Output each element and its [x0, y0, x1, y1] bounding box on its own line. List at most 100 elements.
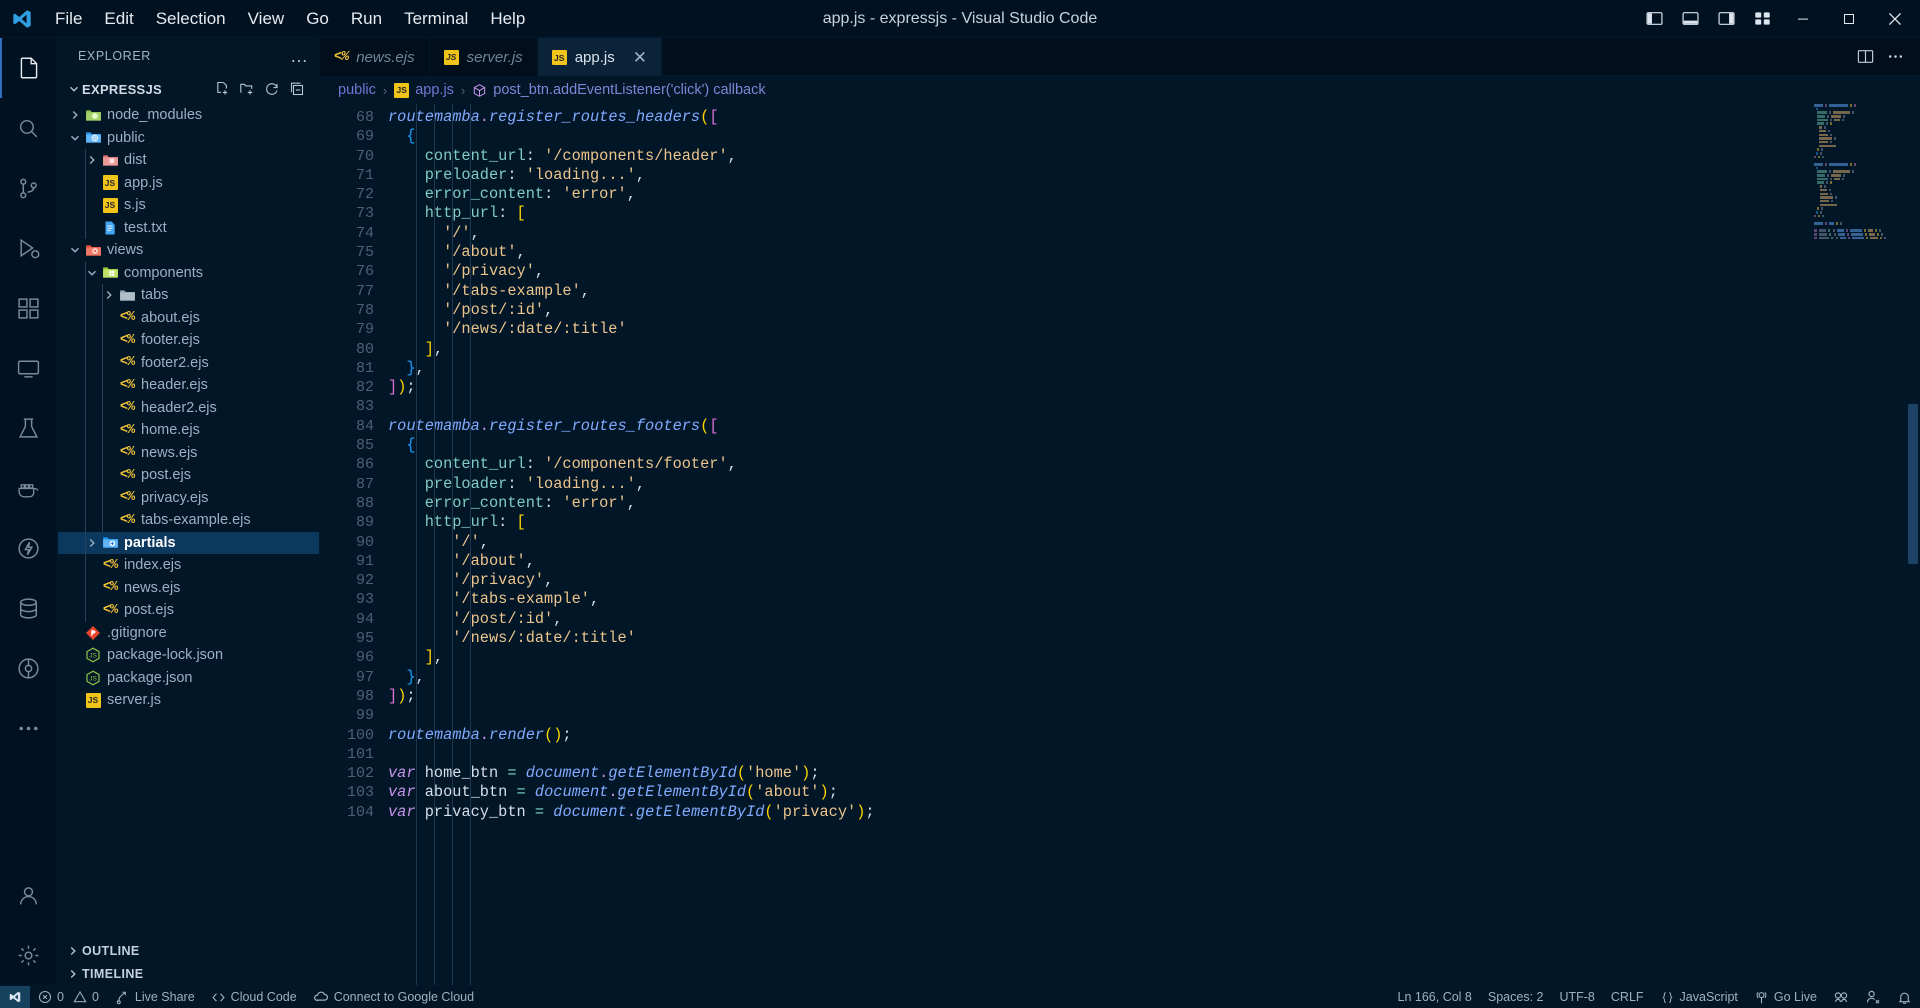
code-line[interactable]: {: [388, 436, 1920, 455]
scrollbar-thumb[interactable]: [1908, 404, 1918, 564]
toggle-secondary-sidebar-button[interactable]: [1708, 0, 1744, 38]
menu-item-file[interactable]: File: [44, 0, 93, 38]
code-line[interactable]: ],: [388, 340, 1920, 359]
code-line[interactable]: '/news/:date/:title': [388, 629, 1920, 648]
menu-item-help[interactable]: Help: [479, 0, 536, 38]
activitybar-item-extensions[interactable]: [0, 278, 58, 338]
tree-item-footer-ejs[interactable]: <% footer.ejs: [58, 329, 319, 352]
tree-item-s-js[interactable]: JS s.js: [58, 194, 319, 217]
activitybar-item-thunder-client[interactable]: [0, 518, 58, 578]
tree-item-server-js[interactable]: JS server.js: [58, 689, 319, 712]
tree-item-post-ejs[interactable]: <% post.ejs: [58, 464, 319, 487]
code-line[interactable]: {: [388, 127, 1920, 146]
new-folder-icon[interactable]: [239, 81, 255, 97]
activitybar-item-remote-explorer[interactable]: [0, 338, 58, 398]
activitybar-item-more-views[interactable]: [0, 698, 58, 758]
chevron-right-icon[interactable]: [66, 109, 83, 121]
code-line[interactable]: routemamba.render();: [388, 726, 1920, 745]
vertical-scrollbar[interactable]: [1906, 104, 1920, 985]
tree-item-about-ejs[interactable]: <% about.ejs: [58, 306, 319, 329]
tree-item-views[interactable]: views: [58, 239, 319, 262]
tree-item-tabs[interactable]: tabs: [58, 284, 319, 307]
tree-item-package-json[interactable]: JS package.json: [58, 667, 319, 690]
tree-item-public[interactable]: public: [58, 127, 319, 150]
tree-item-tabs-example-ejs[interactable]: <% tabs-example.ejs: [58, 509, 319, 532]
activitybar-item-source-control[interactable]: [0, 158, 58, 218]
tree-item-privacy-ejs[interactable]: <% privacy.ejs: [58, 486, 319, 509]
code-line[interactable]: content_url: '/components/footer',: [388, 455, 1920, 474]
tree-item--gitignore[interactable]: .gitignore: [58, 622, 319, 645]
code-line[interactable]: ]);: [388, 378, 1920, 397]
collapse-folders-icon[interactable]: [289, 81, 305, 97]
code-line[interactable]: ],: [388, 648, 1920, 667]
tree-item-news-ejs[interactable]: <% news.ejs: [58, 441, 319, 464]
code-line[interactable]: [388, 397, 1920, 416]
status-problems[interactable]: 0 0: [30, 986, 107, 1008]
status-go-live[interactable]: Go Live: [1746, 986, 1825, 1008]
tree-item-dist[interactable]: dist: [58, 149, 319, 172]
menu-item-view[interactable]: View: [237, 0, 296, 38]
code-line[interactable]: },: [388, 359, 1920, 378]
code-line[interactable]: '/tabs-example',: [388, 590, 1920, 609]
tree-item-home-ejs[interactable]: <% home.ejs: [58, 419, 319, 442]
status-live-share[interactable]: Live Share: [107, 986, 203, 1008]
minimize-window-button[interactable]: [1780, 0, 1826, 38]
menu-item-edit[interactable]: Edit: [93, 0, 144, 38]
tree-item-test-txt[interactable]: test.txt: [58, 216, 319, 239]
status-connect-google-cloud[interactable]: Connect to Google Cloud: [305, 986, 482, 1008]
status-eol[interactable]: CRLF: [1603, 986, 1652, 1008]
code-line[interactable]: '/about',: [388, 243, 1920, 262]
code-content[interactable]: routemamba.register_routes_headers([ { c…: [388, 104, 1920, 985]
code-line[interactable]: var home_btn = document.getElementById('…: [388, 764, 1920, 783]
more-editor-actions-icon[interactable]: [1882, 38, 1908, 76]
sidebar-panel-outline[interactable]: OUTLINE: [58, 940, 319, 963]
status-indentation[interactable]: Spaces: 2: [1480, 986, 1552, 1008]
menu-item-terminal[interactable]: Terminal: [393, 0, 479, 38]
tree-item-node-modules[interactable]: node_modules: [58, 104, 319, 127]
editor-tab-server-js[interactable]: JS server.js: [429, 38, 538, 76]
tree-item-header2-ejs[interactable]: <% header2.ejs: [58, 396, 319, 419]
code-line[interactable]: '/',: [388, 533, 1920, 552]
tree-item-post-ejs[interactable]: <% post.ejs: [58, 599, 319, 622]
status-cursor-position[interactable]: Ln 166, Col 8: [1390, 986, 1480, 1008]
tree-item-components[interactable]: components: [58, 261, 319, 284]
menu-item-go[interactable]: Go: [295, 0, 340, 38]
tree-item-header-ejs[interactable]: <% header.ejs: [58, 374, 319, 397]
refresh-explorer-icon[interactable]: [264, 81, 280, 97]
code-line[interactable]: '/news/:date/:title': [388, 320, 1920, 339]
code-line[interactable]: content_url: '/components/header',: [388, 147, 1920, 166]
customize-layout-button[interactable]: [1744, 0, 1780, 38]
code-line[interactable]: '/post/:id',: [388, 610, 1920, 629]
code-line[interactable]: },: [388, 668, 1920, 687]
activitybar-item-testing[interactable]: [0, 398, 58, 458]
code-line[interactable]: error_content: 'error',: [388, 494, 1920, 513]
status-language-mode[interactable]: JavaScript: [1652, 986, 1746, 1008]
activitybar-item-database[interactable]: [0, 578, 58, 638]
code-line[interactable]: preloader: 'loading...',: [388, 475, 1920, 494]
code-line[interactable]: var about_btn = document.getElementById(…: [388, 783, 1920, 802]
sidebar-more-actions-icon[interactable]: …: [290, 46, 309, 67]
toggle-primary-sidebar-button[interactable]: [1636, 0, 1672, 38]
close-window-button[interactable]: [1872, 0, 1918, 38]
split-editor-right-icon[interactable]: [1852, 38, 1878, 76]
code-line[interactable]: '/post/:id',: [388, 301, 1920, 320]
code-line[interactable]: '/',: [388, 224, 1920, 243]
code-line[interactable]: routemamba.register_routes_footers([: [388, 417, 1920, 436]
activitybar-item-manage-settings[interactable]: [0, 925, 58, 985]
breadcrumb-item-appjs[interactable]: JS app.js: [394, 82, 454, 98]
tree-item-package-lock-json[interactable]: JS package-lock.json: [58, 644, 319, 667]
activitybar-item-gitlens[interactable]: [0, 638, 58, 698]
code-line[interactable]: ]);: [388, 687, 1920, 706]
chevron-down-icon[interactable]: [66, 244, 83, 256]
code-line[interactable]: error_content: 'error',: [388, 185, 1920, 204]
status-encoding[interactable]: UTF-8: [1551, 986, 1602, 1008]
tree-item-news-ejs[interactable]: <% news.ejs: [58, 576, 319, 599]
status-remote-share[interactable]: [1857, 986, 1889, 1008]
menu-item-selection[interactable]: Selection: [145, 0, 237, 38]
activitybar-item-search[interactable]: [0, 98, 58, 158]
code-line[interactable]: preloader: 'loading...',: [388, 166, 1920, 185]
code-line[interactable]: [388, 745, 1920, 764]
tree-item-index-ejs[interactable]: <% index.ejs: [58, 554, 319, 577]
sidebar-panel-timeline[interactable]: TIMELINE: [58, 963, 319, 986]
breadcrumb-item-symbol[interactable]: post_btn.addEventListener('click') callb…: [472, 82, 766, 98]
